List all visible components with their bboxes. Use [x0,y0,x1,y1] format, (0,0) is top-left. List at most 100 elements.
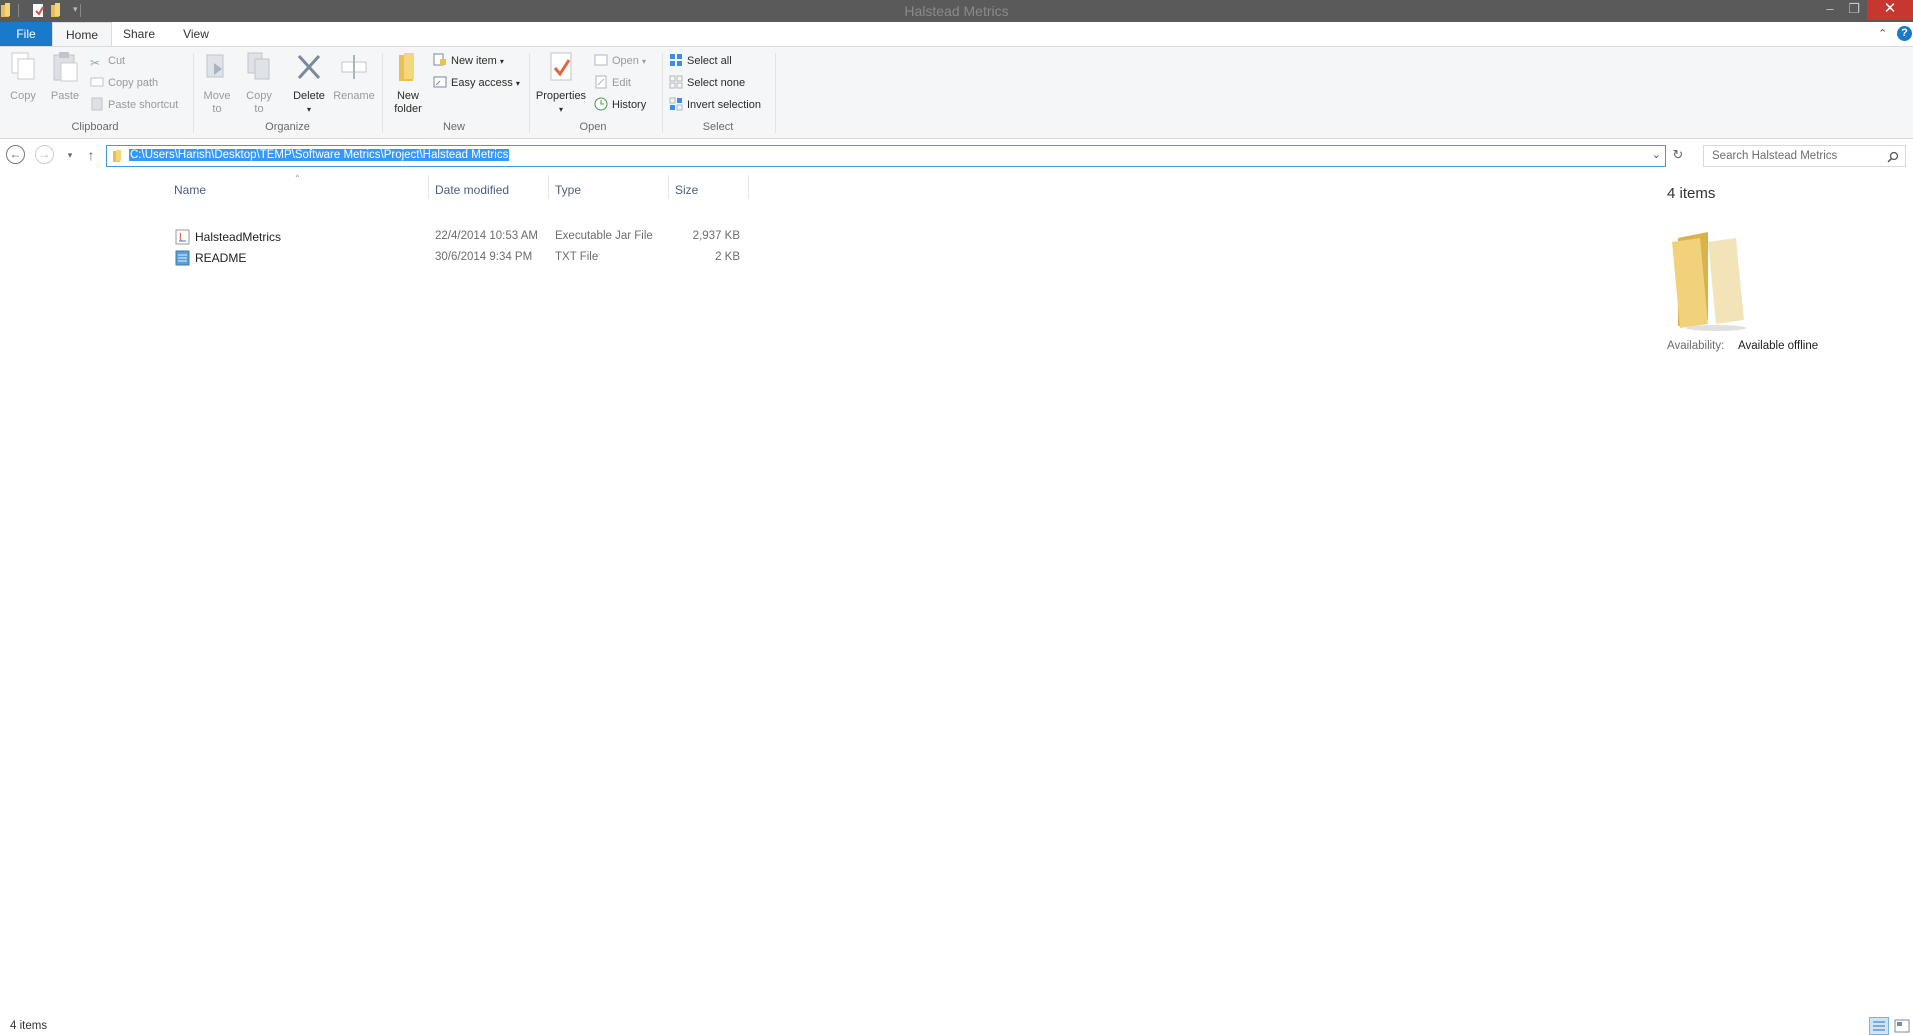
cut-label: Cut [108,55,126,67]
select-none-icon [669,75,683,89]
cut-button[interactable]: ✂ Cut [90,52,125,70]
easy-access-icon [433,76,447,88]
rename-button[interactable]: Rename [331,51,377,103]
copy-path-button[interactable]: Copy path [90,74,158,92]
details-view-icon[interactable] [1869,1017,1889,1035]
move-to-label-1: Move [203,90,231,102]
address-bar[interactable]: C:\Users\Harish\Desktop\TEMP\Software Me… [106,145,1666,167]
easy-access-label: Easy access [451,77,513,89]
tab-share[interactable]: Share [114,22,164,46]
copy-button[interactable]: Copy [6,51,40,103]
column-header-date-modified[interactable]: Date modified [435,183,509,197]
new-folder-button[interactable]: New folder [388,51,428,116]
select-all-icon [670,54,682,66]
tab-file[interactable]: File [0,22,52,46]
copy-label: Copy [10,90,36,102]
new-folder-icon [399,53,414,81]
window-title: Halstead Metrics [904,3,1009,19]
invert-selection-label: Invert selection [687,99,761,111]
details-item-count: 4 items [1667,185,1716,202]
open-dropdown-icon: ▾ [641,57,646,66]
file-type: Executable Jar File [555,230,653,242]
file-name[interactable]: README [195,251,246,265]
ribbon-tabs: File Home Share View ⌃ ? [0,22,1913,47]
delete-dropdown-icon[interactable]: ▾ [289,103,329,116]
edit-label: Edit [612,77,631,89]
copy-path-icon [90,77,104,87]
invert-selection-button[interactable]: Invert selection [669,96,761,114]
select-all-button[interactable]: Select all [669,52,732,70]
paste-label: Paste [50,90,80,102]
easy-access-button[interactable]: Easy access ▾ [433,74,520,92]
up-arrow-icon[interactable]: ↑ [81,145,101,165]
large-icons-view-icon[interactable] [1892,1017,1912,1035]
file-date: 30/6/2014 9:34 PM [435,251,533,263]
open-icon [594,54,608,66]
file-row[interactable]: HalsteadMetrics 22/4/2014 10:53 AM Execu… [170,227,750,247]
folder-icon [113,150,121,162]
properties-label: Properties [535,90,587,102]
copy-to-button[interactable]: Copy to [240,51,278,116]
search-box[interactable]: Search Halstead Metrics [1703,145,1906,167]
copy-to-icon [247,52,270,80]
rename-icon [341,55,367,79]
scissors-icon: ✂ [90,56,101,70]
open-group-label: Open [579,121,607,133]
status-bar: 4 items [0,1012,1913,1035]
edit-icon [595,75,607,89]
forward-arrow-icon[interactable]: → [35,145,54,164]
select-group-label: Select [702,121,734,133]
edit-button[interactable]: Edit [594,74,631,92]
move-to-button[interactable]: Move to [198,51,236,116]
new-folder-label-2: folder [394,103,422,115]
back-arrow-icon[interactable]: ← [6,145,25,164]
sort-ascending-icon: ⌃ [294,174,301,183]
column-header-size[interactable]: Size [675,183,698,197]
new-group-label: New [442,121,465,133]
minimize-ribbon-icon[interactable]: ⌃ [1878,27,1887,40]
tab-home[interactable]: Home [52,22,112,47]
properties-dropdown-icon[interactable]: ▾ [532,103,590,116]
delete-x-icon [297,54,321,80]
close-button[interactable]: ✕ [1867,0,1913,20]
file-size: 2 KB [715,251,740,263]
jar-file-icon [175,229,190,245]
new-item-icon [433,53,446,66]
column-header-name[interactable]: Name [174,183,206,197]
refresh-icon[interactable]: ↻ [1668,145,1688,165]
history-label: History [612,99,647,111]
tab-view[interactable]: View [168,22,224,46]
easy-access-dropdown-icon: ▾ [515,79,520,88]
select-none-button[interactable]: Select none [669,74,745,92]
ribbon: Copy Paste ✂ Cut Copy path Paste shortcut… [0,46,1913,139]
history-icon [594,97,608,111]
address-dropdown-icon[interactable]: ⌄ [1652,148,1661,161]
file-name[interactable]: HalsteadMetrics [195,230,281,244]
copy-path-label: Copy path [108,77,159,89]
paste-shortcut-button[interactable]: Paste shortcut [90,96,178,114]
invert-selection-icon [669,97,683,111]
search-icon[interactable] [1887,151,1899,163]
copy-to-label-1: Copy [246,90,272,102]
file-row[interactable]: README 30/6/2014 9:34 PM TXT File 2 KB [170,248,750,268]
column-header-type[interactable]: Type [555,183,581,197]
address-path[interactable]: C:\Users\Harish\Desktop\TEMP\Software Me… [129,149,510,161]
paste-icon [53,52,78,82]
properties-button[interactable]: Properties ▾ [532,51,590,116]
properties-icon [550,52,572,81]
history-button[interactable]: History [594,96,646,114]
new-item-button[interactable]: New item ▾ [433,52,504,70]
open-button[interactable]: Open ▾ [594,52,646,70]
help-icon[interactable]: ? [1897,26,1912,41]
clipboard-group-label: Clipboard [71,121,119,133]
paste-button[interactable]: Paste [47,51,83,103]
title-bar: ▾ Halstead Metrics – ❐ ✕ [0,0,1913,22]
delete-label: Delete [293,90,325,102]
recent-locations-chevron-icon[interactable]: ▾ [60,145,80,165]
move-to-icon [206,54,224,78]
select-none-label: Select none [687,77,746,89]
paste-shortcut-icon [91,97,103,111]
delete-button[interactable]: Delete ▾ [289,51,329,116]
availability-label: Availability: [1667,340,1725,352]
maximize-button[interactable]: ❐ [1839,0,1869,20]
